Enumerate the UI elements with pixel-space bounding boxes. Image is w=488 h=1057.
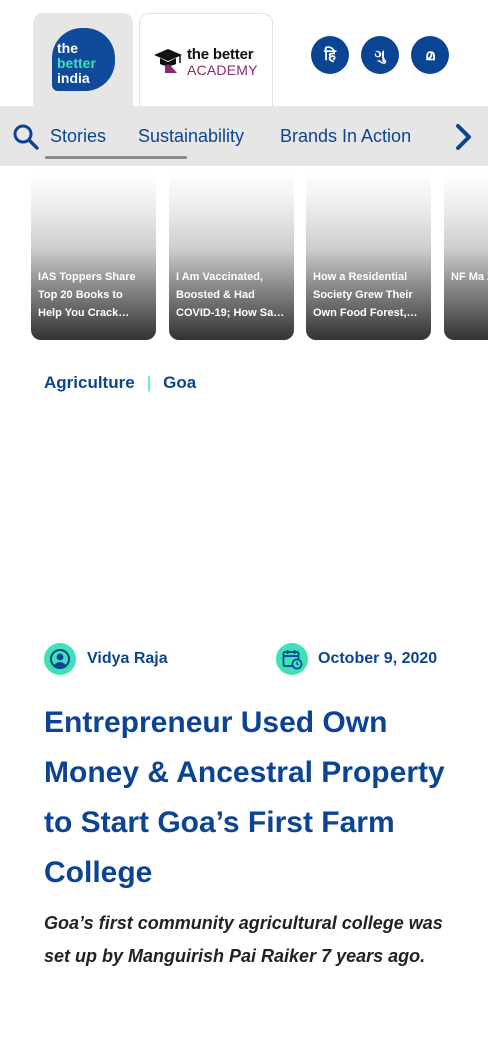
gujarati-language-icon: ગુ (374, 46, 386, 64)
logo-word-india: india (57, 70, 90, 86)
malayalam-language-button[interactable]: മ (411, 36, 449, 74)
calendar-icon (282, 650, 303, 670)
category-nav-bar: Stories Sustainability Brands In Action (0, 106, 488, 166)
academy-logo-line1: the better (187, 46, 254, 63)
gujarati-language-button[interactable]: ગુ (361, 36, 399, 74)
malayalam-language-icon: മ (425, 46, 435, 64)
nav-item-stories[interactable]: Stories (50, 125, 106, 147)
story-card[interactable]: I Am Vaccinated, Boosted & Had COVID-19;… (169, 172, 294, 340)
hindi-language-icon: हि (324, 46, 336, 64)
story-card[interactable]: NF Ma Ze (444, 172, 488, 340)
story-card-title: NF Ma Ze (451, 271, 488, 283)
site-header: the better india the better ACADEMY हि ગ… (0, 0, 488, 106)
nav-item-sustainability[interactable]: Sustainability (138, 125, 244, 147)
logo-word-the: the (57, 40, 78, 56)
the-better-academy-logo[interactable]: the better ACADEMY (153, 44, 263, 80)
nav-item-brands-in-action[interactable]: Brands In Action (280, 125, 411, 147)
article-categories: Agriculture | Goa (44, 372, 196, 394)
the-better-india-logo[interactable]: the better india (52, 28, 115, 91)
hindi-language-button[interactable]: हि (311, 36, 349, 74)
academy-logo-line2: ACADEMY (187, 62, 258, 78)
category-link-agriculture[interactable]: Agriculture (44, 373, 135, 393)
story-card-title: I Am Vaccinated, Boosted & Had COVID-19;… (176, 271, 283, 319)
category-link-goa[interactable]: Goa (163, 373, 196, 393)
graduation-cap-icon (154, 49, 182, 73)
brand-tab-the-better-academy[interactable]: the better ACADEMY (139, 13, 273, 106)
story-card[interactable]: How a Residential Society Grew Their Own… (306, 172, 431, 340)
publish-date: October 9, 2020 (318, 650, 438, 667)
article-meta: Vidya Raja October 9, 2020 (0, 642, 488, 676)
calendar-clock-icon (276, 643, 308, 675)
author-name-link[interactable]: Vidya Raja (87, 650, 168, 668)
article-headline: Entrepreneur Used Own Money & Ancestral … (44, 706, 445, 889)
user-circle-icon (50, 649, 70, 669)
logo-word-better: better (57, 55, 96, 71)
story-card-title: How a Residential Society Grew Their Own… (313, 271, 413, 319)
brand-tab-the-better-india[interactable]: the better india (33, 13, 133, 106)
story-carousel[interactable]: IAS Toppers Share Top 20 Books to Help Y… (0, 172, 488, 340)
author-avatar-icon (44, 643, 76, 675)
chevron-right-icon[interactable] (452, 122, 476, 152)
search-icon[interactable] (12, 123, 40, 151)
category-separator: | (146, 372, 152, 392)
article-excerpt: Goa’s first community agricultural colle… (44, 913, 443, 966)
active-nav-indicator (45, 156, 187, 159)
story-card[interactable]: IAS Toppers Share Top 20 Books to Help Y… (31, 172, 156, 340)
story-card-title: IAS Toppers Share Top 20 Books to Help Y… (38, 271, 136, 319)
